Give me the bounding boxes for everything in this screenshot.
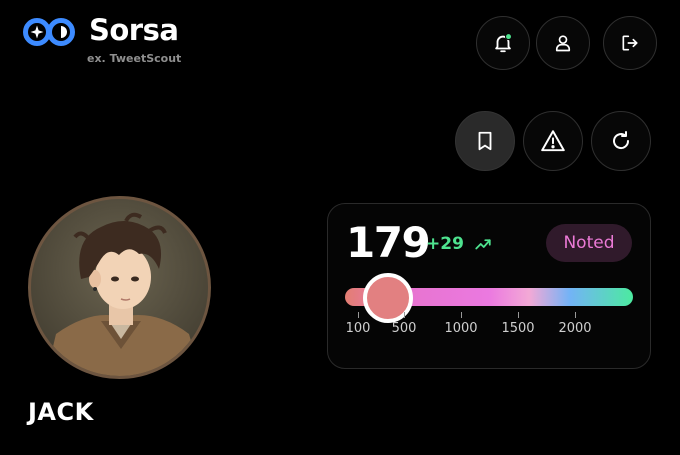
tick-mark <box>404 312 405 318</box>
tick-label: 100 <box>345 321 371 336</box>
avatar-image <box>31 199 208 376</box>
report-button[interactable] <box>523 111 583 171</box>
score-delta: +29 <box>426 234 464 254</box>
notifications-button[interactable] <box>476 16 530 70</box>
score-card: 179 +29 Noted 100 500 1000 1500 2000 <box>327 203 651 369</box>
username: JACK <box>28 398 94 426</box>
status-badge: Noted <box>546 224 632 262</box>
avatar <box>28 196 211 379</box>
bell-icon <box>495 33 513 53</box>
tick-mark <box>575 312 576 318</box>
tick-mark <box>358 312 359 318</box>
tick-label: 500 <box>391 321 417 336</box>
logout-button[interactable] <box>603 16 657 70</box>
refresh-button[interactable] <box>591 111 651 171</box>
tick-mark <box>518 312 519 318</box>
tick-label: 1000 <box>444 321 478 336</box>
logo-icon <box>23 18 75 46</box>
brand-name: Sorsa <box>89 13 179 47</box>
tick-label: 2000 <box>558 321 592 336</box>
bookmark-button[interactable] <box>455 111 515 171</box>
brand-subtitle: ex. TweetScout <box>87 52 182 65</box>
refresh-icon <box>613 131 630 150</box>
trending-up-icon <box>475 239 491 250</box>
profile-button[interactable] <box>536 16 590 70</box>
score-value: 179 <box>346 218 431 267</box>
user-icon <box>555 35 571 52</box>
warning-icon <box>541 130 565 152</box>
tick-mark <box>461 312 462 318</box>
logout-icon <box>622 35 638 51</box>
bookmark-icon <box>478 131 492 151</box>
score-scale: 100 500 1000 1500 2000 <box>328 312 652 338</box>
tick-label: 1500 <box>501 321 535 336</box>
